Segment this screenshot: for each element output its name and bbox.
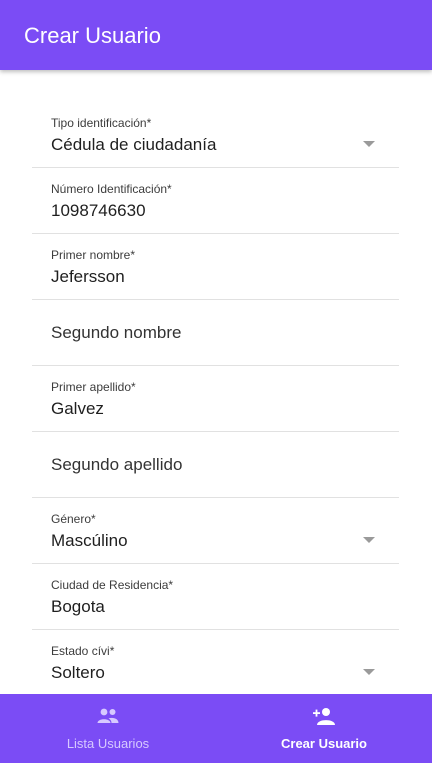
- ciudad-residencia-label: Ciudad de Residencia*: [51, 578, 174, 592]
- tipo-identificacion-value[interactable]: Cédula de ciudadanía: [51, 135, 216, 155]
- dropdown-arrow-icon[interactable]: [363, 669, 375, 675]
- primer-apellido-label: Primer apellido*: [51, 380, 136, 394]
- segundo-nombre-field[interactable]: Segundo nombre: [32, 300, 399, 366]
- segundo-apellido-field[interactable]: Segundo apellido: [32, 432, 399, 498]
- primer-nombre-label: Primer nombre*: [51, 248, 136, 262]
- ciudad-residencia-input[interactable]: Bogota: [51, 597, 105, 617]
- primer-nombre-field[interactable]: Primer nombre* Jefersson: [32, 234, 399, 300]
- primer-apellido-field[interactable]: Primer apellido* Galvez: [32, 366, 399, 432]
- segundo-nombre-input[interactable]: Segundo nombre: [51, 322, 181, 344]
- primer-nombre-input[interactable]: Jefersson: [51, 267, 125, 287]
- genero-value[interactable]: Mascúlino: [51, 531, 128, 551]
- primer-apellido-input[interactable]: Galvez: [51, 399, 104, 419]
- dropdown-arrow-icon[interactable]: [363, 141, 375, 147]
- tipo-identificacion-select[interactable]: Tipo identificación* Cédula de ciudadaní…: [32, 102, 399, 168]
- person-add-icon: [313, 708, 335, 725]
- nav-lista-usuarios-label: Lista Usuarios: [66, 736, 150, 751]
- dropdown-arrow-icon[interactable]: [363, 537, 375, 543]
- page-title: Crear Usuario: [24, 23, 161, 48]
- segundo-apellido-input[interactable]: Segundo apellido: [51, 454, 182, 476]
- estado-civil-value[interactable]: Soltero: [51, 663, 105, 683]
- numero-identificacion-label: Número Identificación*: [51, 182, 172, 196]
- people-icon: [97, 708, 119, 723]
- genero-select[interactable]: Género* Mascúlino: [32, 498, 399, 564]
- numero-identificacion-field[interactable]: Número Identificación* 1098746630: [32, 168, 399, 234]
- ciudad-residencia-field[interactable]: Ciudad de Residencia* Bogota: [32, 564, 399, 630]
- estado-civil-select[interactable]: Estado cívi* Soltero: [32, 630, 399, 694]
- estado-civil-label: Estado cívi*: [51, 644, 115, 658]
- app-header: Crear Usuario: [0, 0, 432, 70]
- tipo-identificacion-label: Tipo identificación*: [51, 116, 152, 130]
- nav-lista-usuarios[interactable]: Lista Usuarios: [0, 694, 216, 763]
- nav-crear-usuario[interactable]: Crear Usuario: [216, 694, 432, 763]
- create-user-form: Tipo identificación* Cédula de ciudadaní…: [0, 70, 432, 694]
- numero-identificacion-input[interactable]: 1098746630: [51, 201, 146, 221]
- nav-crear-usuario-label: Crear Usuario: [281, 736, 367, 751]
- bottom-navigation: Lista Usuarios Crear Usuario: [0, 694, 432, 763]
- genero-label: Género*: [51, 512, 96, 526]
